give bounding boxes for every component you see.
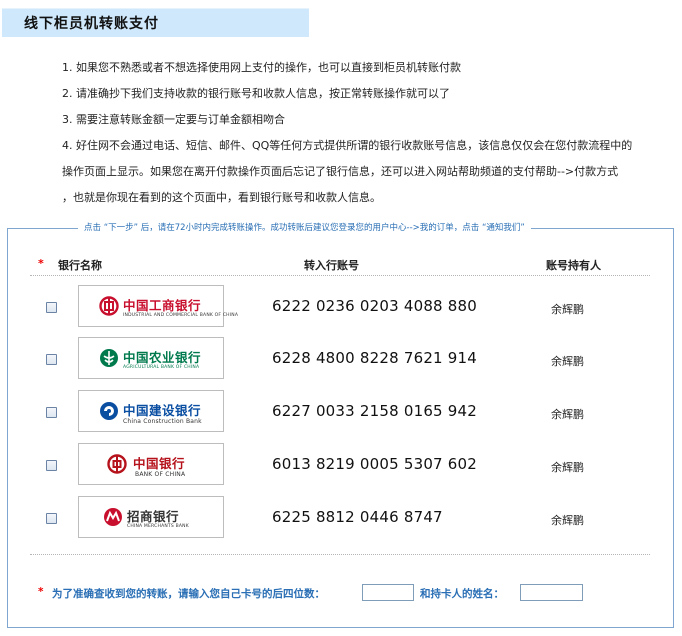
icbc-logo-icon (99, 296, 119, 316)
column-header-bank: 银行名称 (58, 259, 102, 272)
account-number: 6228 4800 8228 7621 914 (272, 349, 477, 367)
account-number: 6222 0236 0203 4088 880 (272, 297, 477, 315)
bank-logo-ccb: 中国建设银行 China Construction Bank (78, 390, 224, 432)
bank-logo-icbc: 中国工商银行 INDUSTRIAL AND COMMERCIAL BANK OF… (78, 285, 238, 327)
card-last4-input[interactable] (362, 584, 414, 601)
account-holder: 余辉鹏 (551, 514, 584, 527)
account-holder: 余辉鹏 (551, 461, 584, 474)
bank-name-en: AGRICULTURAL BANK OF CHINA (123, 365, 200, 370)
bank-logo-cmb: 招商银行 CHINA MERCHANTS BANK (78, 496, 224, 538)
select-bank-checkbox-boc[interactable] (46, 460, 57, 471)
holder-name-label: 和持卡人的姓名： (420, 588, 504, 600)
bank-row-ccb: 中国建设银行 China Construction Bank 6227 0033… (0, 390, 682, 436)
bank-row-boc: 中国银行 BANK OF CHINA 6013 8219 0005 5307 6… (0, 443, 682, 489)
page-title: 线下柜员机转账支付 (24, 16, 159, 32)
bank-row-abc: 中国农业银行 AGRICULTURAL BANK OF CHINA 6228 4… (0, 337, 682, 383)
account-holder: 余辉鹏 (551, 355, 584, 368)
abc-logo-icon (100, 349, 118, 367)
column-header-account: 转入行账号 (304, 259, 359, 272)
account-holder: 余辉鹏 (551, 303, 584, 316)
instruction-1: 1. 如果您不熟悉或者不想选择使用网上支付的操作，也可以直接到柜员机转账付款 (62, 61, 461, 74)
select-bank-checkbox-cmb[interactable] (46, 513, 57, 524)
instruction-4: 4. 好住网不会通过电话、短信、邮件、QQ等任何方式提供所谓的银行收款账号信息，… (62, 139, 633, 152)
divider-bottom (30, 554, 650, 555)
bank-name-cn: 中国银行 (133, 456, 186, 471)
bank-name-en: BANK OF CHINA (135, 471, 186, 478)
card-last4-label: 为了准确查收到您的转账，请输入您自己卡号的后四位数： (52, 588, 325, 600)
account-holder: 余辉鹏 (551, 408, 584, 421)
instruction-4-cont-1: 操作页面上显示。如果您在离开付款操作页面后忘记了银行信息，还可以进入网站帮助频道… (62, 165, 619, 178)
instruction-4-cont-2: ，也就是你现在看到的这个页面中，看到银行账号和收款人信息。 (62, 191, 381, 204)
column-header-holder: 账号持有人 (546, 259, 601, 272)
required-mark: * (38, 257, 44, 270)
bank-name-cn: 中国农业银行 (123, 350, 202, 365)
boc-logo-icon (107, 454, 127, 474)
account-number: 6013 8219 0005 5307 602 (272, 455, 477, 473)
bank-name-en: China Construction Bank (123, 418, 202, 425)
required-mark-form: * (38, 586, 44, 598)
bank-name-cn: 招商银行 (127, 509, 180, 524)
holder-name-input[interactable] (520, 584, 583, 601)
bank-name-cn: 中国建设银行 (123, 403, 202, 418)
bank-name-en: CHINA MERCHANTS BANK (127, 524, 189, 529)
account-number: 6227 0033 2158 0165 942 (272, 402, 477, 420)
divider-top (30, 275, 650, 276)
instruction-2: 2. 请准确抄下我们支持收款的银行账号和收款人信息，按正常转账操作就可以了 (62, 87, 450, 100)
cmb-logo-icon (104, 508, 122, 526)
bank-name-cn: 中国工商银行 (123, 298, 202, 313)
ccb-logo-icon (100, 402, 118, 420)
panel-notice: 点击 “下一步” 后，请在72小时内完成转账操作。成功转账后建议您登录您的用户中… (78, 222, 531, 234)
bank-row-icbc: 中国工商银行 INDUSTRIAL AND COMMERCIAL BANK OF… (0, 285, 682, 331)
select-bank-checkbox-abc[interactable] (46, 354, 57, 365)
instruction-3: 3. 需要注意转账金额一定要与订单金额相吻合 (62, 113, 285, 126)
bank-logo-boc: 中国银行 BANK OF CHINA (78, 443, 224, 485)
bank-name-en: INDUSTRIAL AND COMMERCIAL BANK OF CHINA (123, 313, 239, 318)
bank-row-cmb: 招商银行 CHINA MERCHANTS BANK 6225 8812 0446… (0, 496, 682, 542)
select-bank-checkbox-icbc[interactable] (46, 302, 57, 313)
bank-logo-abc: 中国农业银行 AGRICULTURAL BANK OF CHINA (78, 337, 224, 379)
account-number: 6225 8812 0446 8747 (272, 508, 443, 526)
select-bank-checkbox-ccb[interactable] (46, 407, 57, 418)
